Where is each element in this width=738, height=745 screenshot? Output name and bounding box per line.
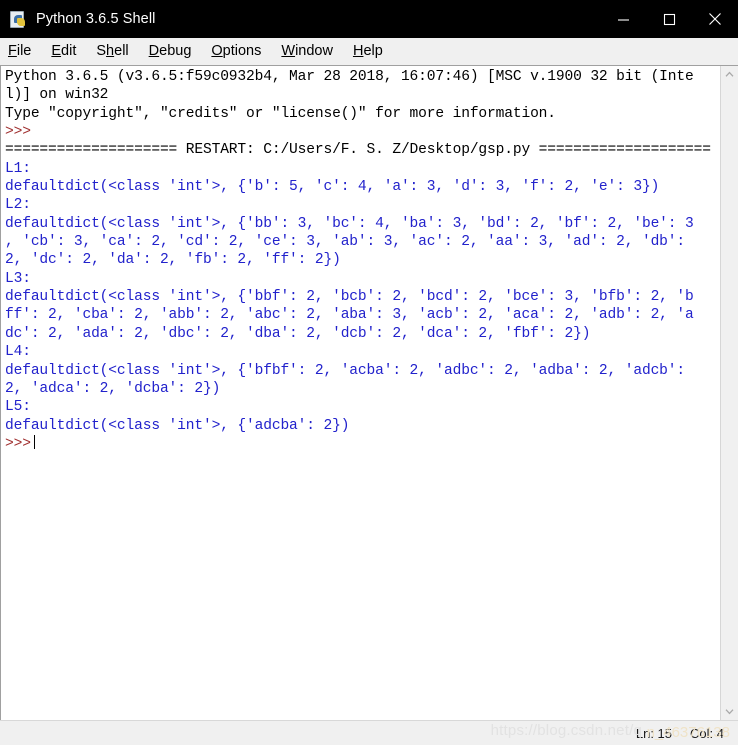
active-prompt-line[interactable]: >>>	[5, 434, 720, 453]
banner-line: l)] on win32	[5, 87, 109, 104]
output-line: defaultdict(<class 'int'>, {'b': 5, 'c':…	[5, 179, 660, 196]
python-file-icon	[10, 10, 27, 28]
watermark-text: https://blog.csdn.net/q	[490, 722, 642, 739]
restart-line: ==================== RESTART: C:/Users/F…	[5, 142, 711, 159]
output-line: 2, 'adca': 2, 'dcba': 2})	[5, 380, 221, 397]
menu-item-shell[interactable]: Shell	[96, 41, 128, 61]
title-bar: Python 3.6.5 Shell	[0, 0, 738, 38]
vertical-scrollbar[interactable]	[720, 66, 738, 720]
output-line: defaultdict(<class 'int'>, {'bfbf': 2, '…	[5, 362, 686, 379]
chevron-down-icon	[725, 709, 734, 715]
menu-item-file[interactable]: File	[8, 41, 31, 61]
status-bar: https://blog.csdn.net/q n_46376138 Ln: 1…	[0, 720, 738, 745]
scroll-track[interactable]	[721, 83, 738, 703]
output-line: defaultdict(<class 'int'>, {'bb': 3, 'bc…	[5, 215, 694, 232]
output-line: 2, 'dc': 2, 'da': 2, 'fb': 2, 'ff': 2})	[5, 252, 341, 269]
shell-text-region: Python 3.6.5 (v3.6.5:f59c0932b4, Mar 28 …	[0, 65, 738, 720]
banner-line: Python 3.6.5 (v3.6.5:f59c0932b4, Mar 28 …	[5, 69, 694, 85]
output-label: L1:	[5, 160, 31, 177]
close-icon	[709, 13, 721, 25]
output-label: L4:	[5, 344, 31, 361]
idle-shell-window: Python 3.6.5 Shell File Edit Shell Debug…	[0, 0, 738, 745]
status-column-indicator: Col: 4	[690, 725, 724, 741]
status-line-indicator: Ln: 15	[635, 725, 673, 741]
window-title: Python 3.6.5 Shell	[36, 11, 156, 27]
scroll-up-button[interactable]	[721, 66, 738, 83]
menu-bar: File Edit Shell Debug Options Window Hel…	[0, 38, 738, 65]
text-caret	[33, 434, 36, 449]
prompt-line: >>>	[5, 124, 31, 141]
menu-item-edit[interactable]: Edit	[51, 41, 76, 61]
output-line: defaultdict(<class 'int'>, {'bbf': 2, 'b…	[5, 289, 694, 306]
scroll-down-button[interactable]	[721, 703, 738, 720]
shell-output[interactable]: Python 3.6.5 (v3.6.5:f59c0932b4, Mar 28 …	[1, 66, 720, 720]
maximize-button[interactable]	[646, 0, 692, 38]
menu-item-window[interactable]: Window	[281, 41, 333, 61]
output-label: L5:	[5, 399, 31, 416]
menu-item-debug[interactable]: Debug	[149, 41, 192, 61]
minimize-icon	[617, 18, 629, 21]
output-line: dc': 2, 'ada': 2, 'dbc': 2, 'dba': 2, 'd…	[5, 325, 591, 342]
active-prompt: >>>	[5, 435, 31, 452]
chevron-up-icon	[725, 71, 734, 77]
close-button[interactable]	[692, 0, 738, 38]
menu-item-options[interactable]: Options	[211, 41, 261, 61]
menu-item-help[interactable]: Help	[353, 41, 383, 61]
maximize-icon	[663, 13, 675, 25]
window-controls	[600, 0, 738, 38]
output-line: ff': 2, 'cba': 2, 'abb': 2, 'abc': 2, 'a…	[5, 307, 694, 324]
output-label: L2:	[5, 197, 31, 214]
minimize-button[interactable]	[600, 0, 646, 38]
output-label: L3:	[5, 270, 31, 287]
output-line: , 'cb': 3, 'ca': 2, 'cd': 2, 'ce': 3, 'a…	[5, 234, 686, 251]
output-line: defaultdict(<class 'int'>, {'adcba': 2})	[5, 417, 350, 434]
banner-line: Type "copyright", "credits" or "license(…	[5, 105, 556, 122]
